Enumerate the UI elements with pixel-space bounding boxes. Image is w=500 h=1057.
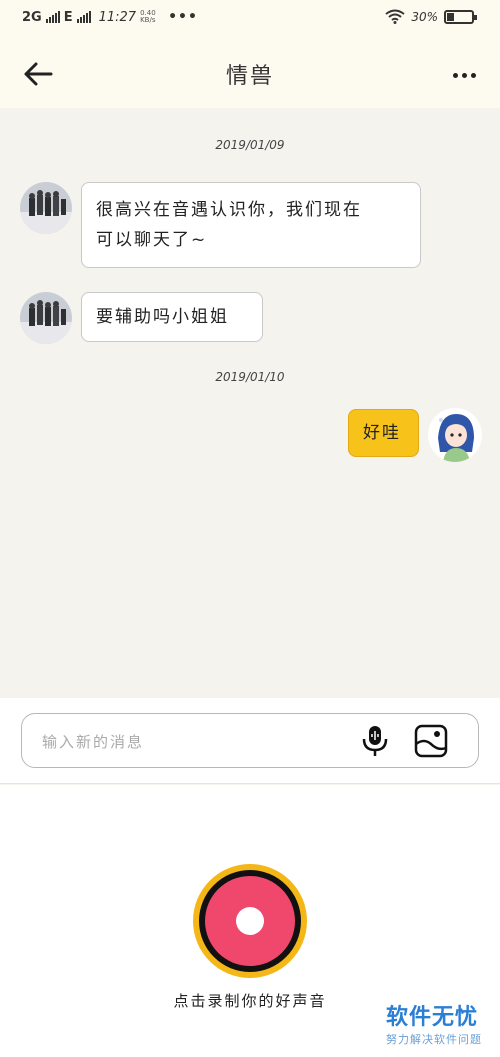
page-title: 情兽 [225, 64, 274, 89]
avatar-image [20, 292, 72, 344]
status-bar: 2G E 11:27 0.40 KB/s ••• 30% [0, 0, 500, 38]
record-core [205, 876, 295, 966]
network-label: 2G [22, 9, 42, 25]
message-text: 要辅助吗小姐姐 [96, 307, 229, 327]
status-more-dots: ••• [168, 9, 198, 25]
battery-percent: 30% [411, 9, 438, 24]
message-text: 好哇 [363, 423, 401, 443]
date-divider: 2019/01/09 [215, 138, 285, 152]
avatar[interactable] [20, 182, 72, 234]
watermark-subtitle: 努力解决软件问题 [386, 1033, 482, 1046]
header: 情兽 [0, 38, 500, 108]
watermark-title: 软件无忧 [386, 1005, 479, 1030]
message-text: 很高兴在音遇认识你，我们现在 [96, 200, 362, 220]
status-right: 30% [385, 9, 477, 24]
record-ring [199, 870, 301, 972]
message-input[interactable]: 输入新的消息 [21, 713, 479, 768]
signal-icon [45, 11, 60, 23]
my-avatar[interactable] [428, 408, 482, 462]
message-input-placeholder: 输入新的消息 [42, 733, 145, 751]
signal-icon-2 [76, 11, 91, 23]
net-speed-unit: KB/s [140, 16, 156, 24]
message-bubble-received[interactable]: 要辅助吗小姐姐 [81, 292, 263, 342]
avatar-image [20, 182, 72, 234]
input-bar: 输入新的消息 [0, 698, 500, 784]
chat-area[interactable]: 2019/01/09 很高兴在音遇认识你，我们现在 可以聊天了~ 要辅助吗小姐姐… [0, 108, 500, 698]
record-area: 点击录制你的好声音 软件无忧 努力解决软件问题 [0, 785, 500, 1057]
status-left: 2G E 11:27 0.40 KB/s ••• [22, 9, 198, 25]
message-text: 可以聊天了~ [96, 230, 208, 250]
avatar[interactable] [20, 292, 72, 344]
more-dot [470, 72, 476, 78]
message-bubble-sent[interactable]: 好哇 [348, 409, 419, 457]
record-dot-icon [236, 907, 264, 935]
net-speed: 0.40 KB/s [140, 10, 158, 24]
image-button[interactable] [414, 724, 448, 758]
image-icon [414, 724, 448, 758]
watermark: 软件无忧 努力解决软件问题 [386, 999, 482, 1047]
avatar-image [428, 408, 482, 462]
record-button[interactable] [193, 864, 307, 978]
clock: 11:27 [98, 9, 137, 25]
battery-fill [447, 12, 454, 21]
message-bubble-received[interactable]: 很高兴在音遇认识你，我们现在 可以聊天了~ [81, 182, 421, 268]
more-button[interactable] [446, 60, 482, 90]
microphone-icon [362, 726, 388, 756]
network-type-label: E [63, 9, 73, 25]
more-dot [452, 72, 458, 78]
more-dot [461, 72, 467, 78]
wifi-icon [385, 9, 405, 24]
battery-icon [444, 9, 477, 24]
voice-button[interactable] [360, 724, 390, 758]
date-divider: 2019/01/10 [215, 370, 285, 384]
